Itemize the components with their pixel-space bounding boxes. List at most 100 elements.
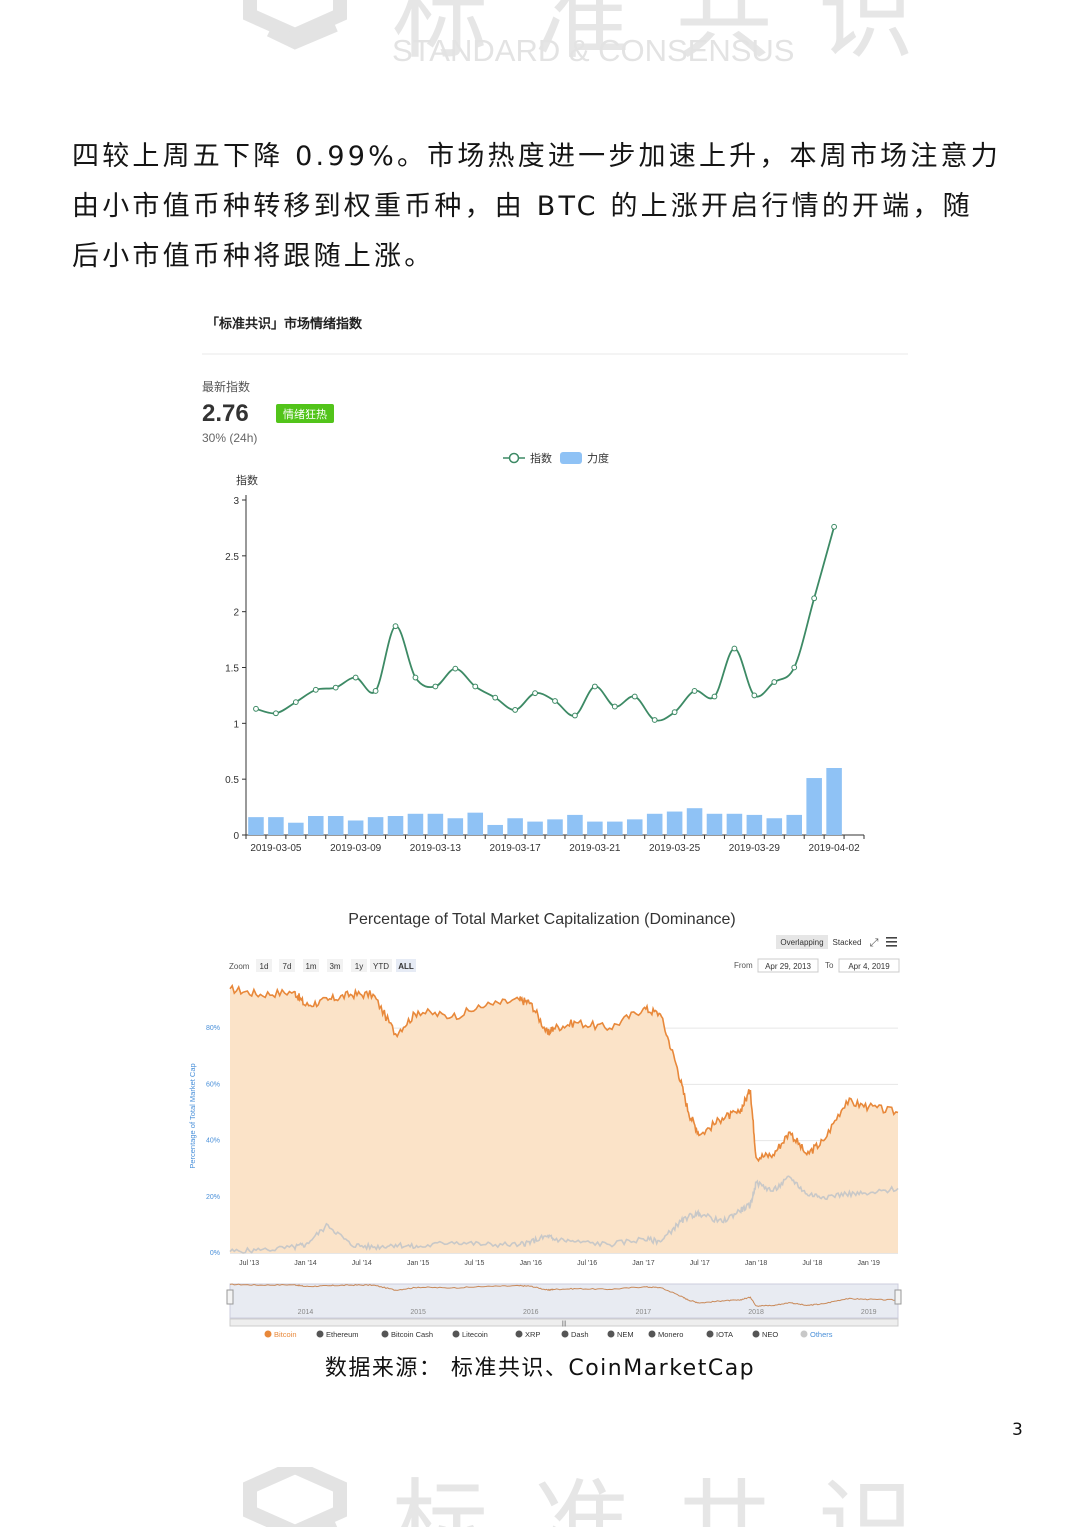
x-tick-label: Jan '15 xyxy=(407,1260,429,1267)
zoom-button-label: YTD xyxy=(373,962,389,971)
toggle-stacked[interactable]: Stacked xyxy=(833,938,862,947)
y-tick-label: 80% xyxy=(206,1025,220,1032)
bar xyxy=(367,817,384,835)
zoom-button-label: ALL xyxy=(398,962,414,971)
x-tick-label: Jan '18 xyxy=(745,1260,767,1267)
legend-item[interactable]: NEM xyxy=(617,1330,634,1339)
legend-item[interactable]: 指数 xyxy=(530,451,552,465)
y-tick-label: 1.5 xyxy=(225,664,239,675)
point xyxy=(591,683,598,690)
point xyxy=(352,674,359,681)
legend-item[interactable]: NEO xyxy=(762,1330,778,1339)
point xyxy=(751,692,758,699)
latest-value: 2.76 xyxy=(202,400,249,427)
bar xyxy=(607,821,623,835)
legend-item[interactable]: Others xyxy=(810,1330,833,1339)
dominance-chart: Percentage of Total Market Capitalizatio… xyxy=(188,911,902,1339)
bar xyxy=(268,817,284,835)
point xyxy=(412,674,419,681)
legend-marker xyxy=(508,452,520,464)
navigator-handle-left[interactable] xyxy=(226,1289,234,1305)
navigator-year: 2017 xyxy=(636,1309,652,1316)
y-tick-label: 60% xyxy=(206,1081,220,1088)
navigator-year: 2016 xyxy=(523,1309,539,1316)
sentiment-chart-card: 「标准共识」市场情绪指数 最新指数 2.76 情绪狂热 30% (24h) 指数… xyxy=(190,300,910,860)
y-tick-label: 2 xyxy=(233,608,239,619)
legend-item[interactable]: XRP xyxy=(525,1330,540,1339)
point xyxy=(273,710,279,717)
status-badge-label: 情绪狂热 xyxy=(283,407,327,421)
bar xyxy=(487,824,503,835)
point xyxy=(671,709,678,716)
navigator-year: 2014 xyxy=(298,1309,314,1316)
bar xyxy=(407,813,424,835)
to-label: To xyxy=(825,961,834,970)
zoom-buttons: 1d 7d 1m 3m 1y YTD ALL xyxy=(256,959,416,972)
legend-marker xyxy=(452,1330,460,1338)
legend-item[interactable]: Dash xyxy=(571,1330,589,1339)
y-tick-label: 0.5 xyxy=(225,775,239,786)
y-tick-label: 0% xyxy=(210,1250,220,1257)
watermark-en-top: STANDARD & CONSENSUS xyxy=(392,33,795,68)
bar xyxy=(686,808,703,835)
toggle-overlapping-label: Overlapping xyxy=(780,938,823,947)
bar xyxy=(746,814,763,835)
legend-item[interactable]: Bitcoin Cash xyxy=(391,1330,433,1339)
x-tick-label: Jan '14 xyxy=(294,1260,316,1267)
point xyxy=(432,683,439,690)
x-tick-label: 2019-03-09 xyxy=(330,843,382,854)
y-axis-title: 指数 xyxy=(236,473,258,487)
navigator-handle-right[interactable] xyxy=(894,1289,902,1305)
bar xyxy=(467,812,484,835)
bar xyxy=(547,819,563,835)
point xyxy=(492,694,499,701)
fullscreen-icon[interactable]: ⤢ xyxy=(870,937,879,949)
legend-item[interactable]: Monero xyxy=(658,1330,683,1339)
bar xyxy=(327,816,344,835)
to-date-value: Apr 4, 2019 xyxy=(848,962,890,971)
point xyxy=(552,698,558,704)
y-tick-label: 1 xyxy=(233,719,239,730)
dominance-chart-card: Percentage of Total Market Capitalizatio… xyxy=(180,898,910,1348)
point xyxy=(452,665,459,672)
legend-item[interactable]: Litecoin xyxy=(462,1330,488,1339)
x-tick-label: Jul '18 xyxy=(802,1260,822,1267)
bar xyxy=(786,814,803,835)
bar xyxy=(288,822,304,835)
zoom-button-label: 1m xyxy=(305,962,316,971)
point xyxy=(811,595,818,602)
navigator-year: 2019 xyxy=(861,1309,877,1316)
legend-marker xyxy=(561,1330,569,1338)
point xyxy=(372,688,379,694)
x-tick-label: 2019-03-25 xyxy=(649,843,701,854)
legend-item[interactable]: Ethereum xyxy=(326,1330,359,1339)
point xyxy=(312,686,319,693)
legend-item[interactable]: IOTA xyxy=(716,1330,733,1339)
navigator-year: 2018 xyxy=(748,1309,764,1316)
dominance-title: Percentage of Total Market Capitalizatio… xyxy=(348,911,735,928)
x-tick-label: Jul '15 xyxy=(464,1260,484,1267)
x-tick-label: Jul '14 xyxy=(352,1260,372,1267)
x-tick-label: 2019-03-17 xyxy=(490,843,542,854)
bar xyxy=(726,813,743,835)
navigator[interactable]: 2014 2015 2016 2017 2018 2019 ||| xyxy=(226,1283,902,1327)
legend-item[interactable]: 力度 xyxy=(587,451,609,465)
x-tick-label: 2019-04-02 xyxy=(809,843,861,854)
bar xyxy=(706,813,723,835)
legend-item[interactable]: Bitcoin xyxy=(274,1330,297,1339)
legend-marker xyxy=(800,1330,808,1338)
menu-icon[interactable] xyxy=(886,937,897,947)
brand-logo-icon xyxy=(243,1467,347,1527)
brand-logo-icon xyxy=(243,0,347,50)
legend-marker xyxy=(648,1330,656,1338)
point xyxy=(771,679,778,685)
bar xyxy=(587,821,603,835)
paragraph-line: 四较上周五下降 0.99%。市场热度进一步加速上升，本周市场注意力 xyxy=(72,141,1001,172)
x-tick-label: 2019-03-13 xyxy=(410,843,462,854)
x-tick-label: 2019-03-05 xyxy=(250,843,302,854)
zoom-button-label: 3m xyxy=(329,962,340,971)
legend-marker xyxy=(515,1330,523,1338)
point xyxy=(572,712,578,719)
point xyxy=(253,705,259,712)
bar xyxy=(826,768,842,835)
